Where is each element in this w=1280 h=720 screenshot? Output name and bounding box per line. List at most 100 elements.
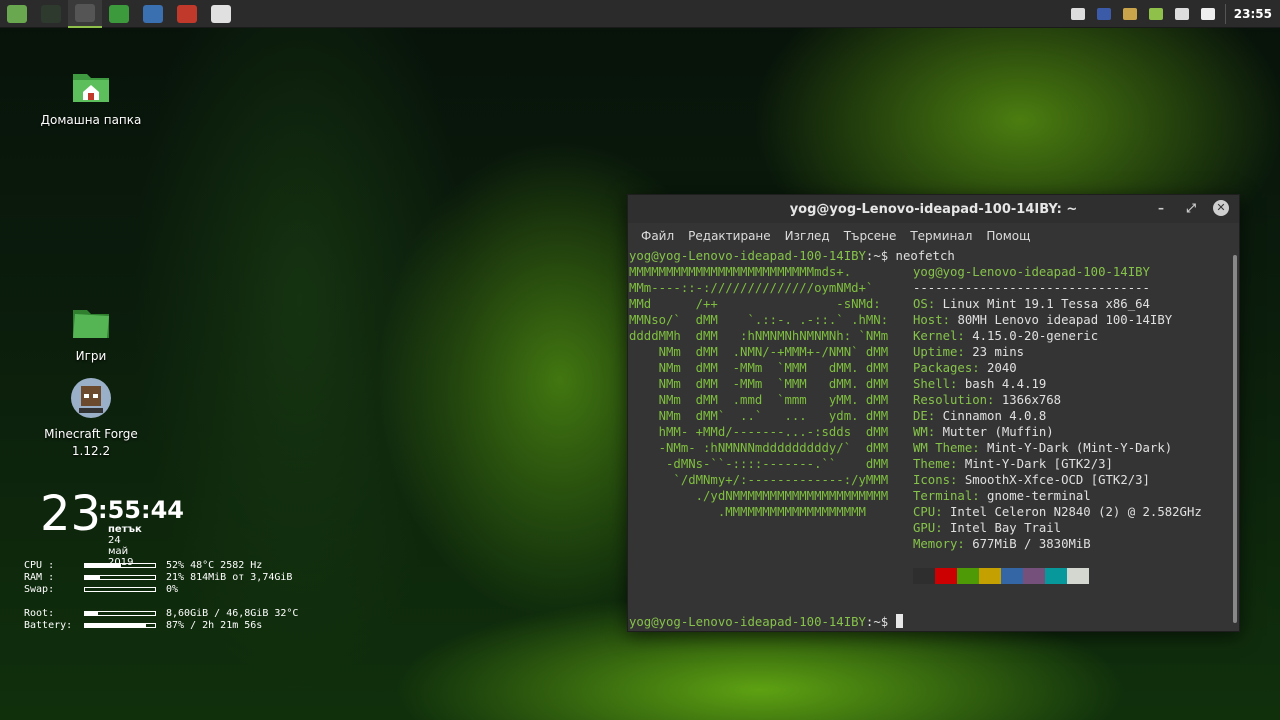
logo-line: .MMMMMMMMMMMMMMMMMMM xyxy=(629,505,866,519)
info-key: Resolution xyxy=(913,393,988,407)
battery-icon-glyph xyxy=(1200,7,1215,20)
us-flag-icon-glyph xyxy=(1096,7,1111,20)
info-line: Host: 80MH Lenovo ideapad 100-14IBY xyxy=(913,312,1202,328)
stat-value: 52% 48°C 2582 Hz xyxy=(166,559,263,571)
menu-item[interactable]: Терминал xyxy=(903,229,979,243)
terminal-titlebar[interactable]: yog@yog-Lenovo-ideapad-100-14IBY: ~ – ⤢ … xyxy=(628,195,1239,223)
info-line: Memory: 677MiB / 3830MiB xyxy=(913,536,1202,552)
panel-launcher[interactable] xyxy=(0,0,34,28)
info-line: Shell: bash 4.4.19 xyxy=(913,376,1202,392)
info-colon: : xyxy=(950,377,965,391)
network-icon[interactable] xyxy=(1143,0,1169,28)
info-colon: : xyxy=(942,313,958,327)
desktop-icon-home[interactable]: Домашна папка xyxy=(26,62,156,129)
conky-clock: 23 :55:44 петък 24 май 2019 xyxy=(40,490,184,568)
stat-key: RAM : xyxy=(24,571,55,583)
panel-launcher[interactable] xyxy=(170,0,204,28)
info-key: WM xyxy=(913,425,928,439)
info-value: 1366x768 xyxy=(1001,393,1062,407)
stat-key: CPU : xyxy=(24,559,55,571)
stat-row: Battery: 87% / 2h 21m 56s xyxy=(24,619,298,631)
panel-launcher[interactable] xyxy=(204,0,238,28)
stat-key: Root: xyxy=(24,607,55,619)
tray-separator xyxy=(1224,3,1226,24)
shield-launcher-icon xyxy=(211,4,231,23)
window-controls: – ⤢ ✕ xyxy=(1153,200,1229,216)
close-icon[interactable]: ✕ xyxy=(1213,200,1229,216)
volume-icon[interactable] xyxy=(1169,0,1195,28)
info-line: Terminal: gnome-terminal xyxy=(913,488,1202,504)
active-prompt: yog@yog-Lenovo-ideapad-100-14IBY:~$ xyxy=(629,614,903,630)
info-value: SmoothX-Xfce-OCD [GTK2/3] xyxy=(964,473,1150,487)
conky-min-sec: :55:44 xyxy=(98,496,184,524)
color-swatch xyxy=(1045,568,1067,584)
panel-clock[interactable]: 23:55 xyxy=(1230,7,1280,21)
menu-item[interactable]: Файл xyxy=(634,229,681,243)
conky-day: петък xyxy=(108,524,142,535)
menu-item[interactable]: Помощ xyxy=(979,229,1037,243)
info-line: Icons: SmoothX-Xfce-OCD [GTK2/3] xyxy=(913,472,1202,488)
panel-launcher[interactable] xyxy=(102,0,136,28)
folder-tray-icon-glyph xyxy=(1122,7,1137,20)
desktop-icon-minecraft-forge[interactable]: Minecraft Forge 1.12.2 xyxy=(26,376,156,460)
stat-row: CPU : 52% 48°C 2582 Hz xyxy=(24,559,298,571)
info-line: CPU: Intel Celeron N2840 (2) @ 2.582GHz xyxy=(913,504,1202,520)
panel-launcher[interactable] xyxy=(34,0,68,28)
panel-launcher[interactable] xyxy=(68,0,102,28)
mint-menu-icon xyxy=(7,4,27,23)
info-key: Shell xyxy=(913,377,951,391)
stat-bar-fill xyxy=(85,575,100,579)
us-flag-icon[interactable] xyxy=(1091,0,1117,28)
info-colon: : xyxy=(927,425,943,439)
battery-icon[interactable] xyxy=(1195,0,1221,28)
info-line: Theme: Mint-Y-Dark [GTK2/3] xyxy=(913,456,1202,472)
menu-item[interactable]: Изглед xyxy=(778,229,837,243)
text-cursor xyxy=(895,614,903,628)
folder-tray-icon[interactable] xyxy=(1117,0,1143,28)
terminal-launcher-icon xyxy=(41,4,61,23)
info-colon: : xyxy=(950,473,965,487)
info-line: Resolution: 1366x768 xyxy=(913,392,1202,408)
terminal-window[interactable]: yog@yog-Lenovo-ideapad-100-14IBY: ~ – ⤢ … xyxy=(627,194,1240,632)
color-swatch xyxy=(913,568,935,584)
info-line: Uptime: 23 mins xyxy=(913,344,1202,360)
stat-row: Root: 8,60GiB / 46,8GiB 32°C xyxy=(24,607,298,619)
terminal-scrollbar[interactable] xyxy=(1233,255,1237,623)
menu-item[interactable]: Редактиране xyxy=(681,229,778,243)
menu-item[interactable]: Търсене xyxy=(837,229,904,243)
info-line: WM: Mutter (Muffin) xyxy=(913,424,1202,440)
shield-tray-icon[interactable] xyxy=(1065,0,1091,28)
color-swatch xyxy=(957,568,979,584)
color-swatch xyxy=(979,568,1001,584)
logo-line: NMm dMM .NMN/-+MMM+-/NMN` dMM xyxy=(629,345,889,359)
stat-bar xyxy=(84,574,156,580)
maximize-icon[interactable]: ⤢ xyxy=(1183,201,1199,216)
panel-launcher[interactable] xyxy=(136,0,170,28)
desktop-icon-games[interactable]: Игри xyxy=(26,298,156,365)
system-tray xyxy=(1065,0,1221,28)
neofetch-logo: MMMMMMMMMMMMMMMMMMMMMMMMMmds+. MMm----::-… xyxy=(629,264,888,520)
info-title: yog@yog-Lenovo-ideapad-100-14IBY xyxy=(913,265,1150,279)
shield-tray-icon-glyph xyxy=(1070,7,1085,20)
info-key: Uptime xyxy=(913,345,958,359)
logo-line: `/dMNmy+/:-------------:/yMMM xyxy=(629,473,889,487)
desktop-icon-label: Minecraft Forge xyxy=(44,427,138,441)
info-separator: -------------------------------- xyxy=(913,281,1150,295)
conky-stats: CPU : 52% 48°C 2582 Hz RAM : 21% 814MiB от … xyxy=(24,559,298,631)
prompt-suffix: :~$ xyxy=(865,249,889,263)
stat-value: 87% / 2h 21m 56s xyxy=(166,619,263,631)
minimize-icon[interactable]: – xyxy=(1153,201,1169,215)
stat-bar xyxy=(84,586,156,592)
logo-line: NMm dMM -MMm `MMM dMM. dMM xyxy=(629,377,889,391)
panel-tray: 23:55 xyxy=(1065,0,1280,28)
logo-line: MMNso/` dMM `.::-. .-::.` .hMN: xyxy=(629,313,889,327)
info-line: GPU: Intel Bay Trail xyxy=(913,520,1202,536)
terminal-output[interactable]: yog@yog-Lenovo-ideapad-100-14IBY:~$ neof… xyxy=(628,248,1229,631)
logo-line: NMm dMM` ..` ... ydm. dMM xyxy=(629,409,889,423)
info-colon: : xyxy=(957,345,973,359)
info-colon: : xyxy=(972,361,988,375)
info-key: GPU xyxy=(913,521,936,535)
stat-bar xyxy=(84,622,156,628)
color-swatch xyxy=(1023,568,1045,584)
stat-value: 21% 814MiB от 3,74GiB xyxy=(166,571,293,583)
